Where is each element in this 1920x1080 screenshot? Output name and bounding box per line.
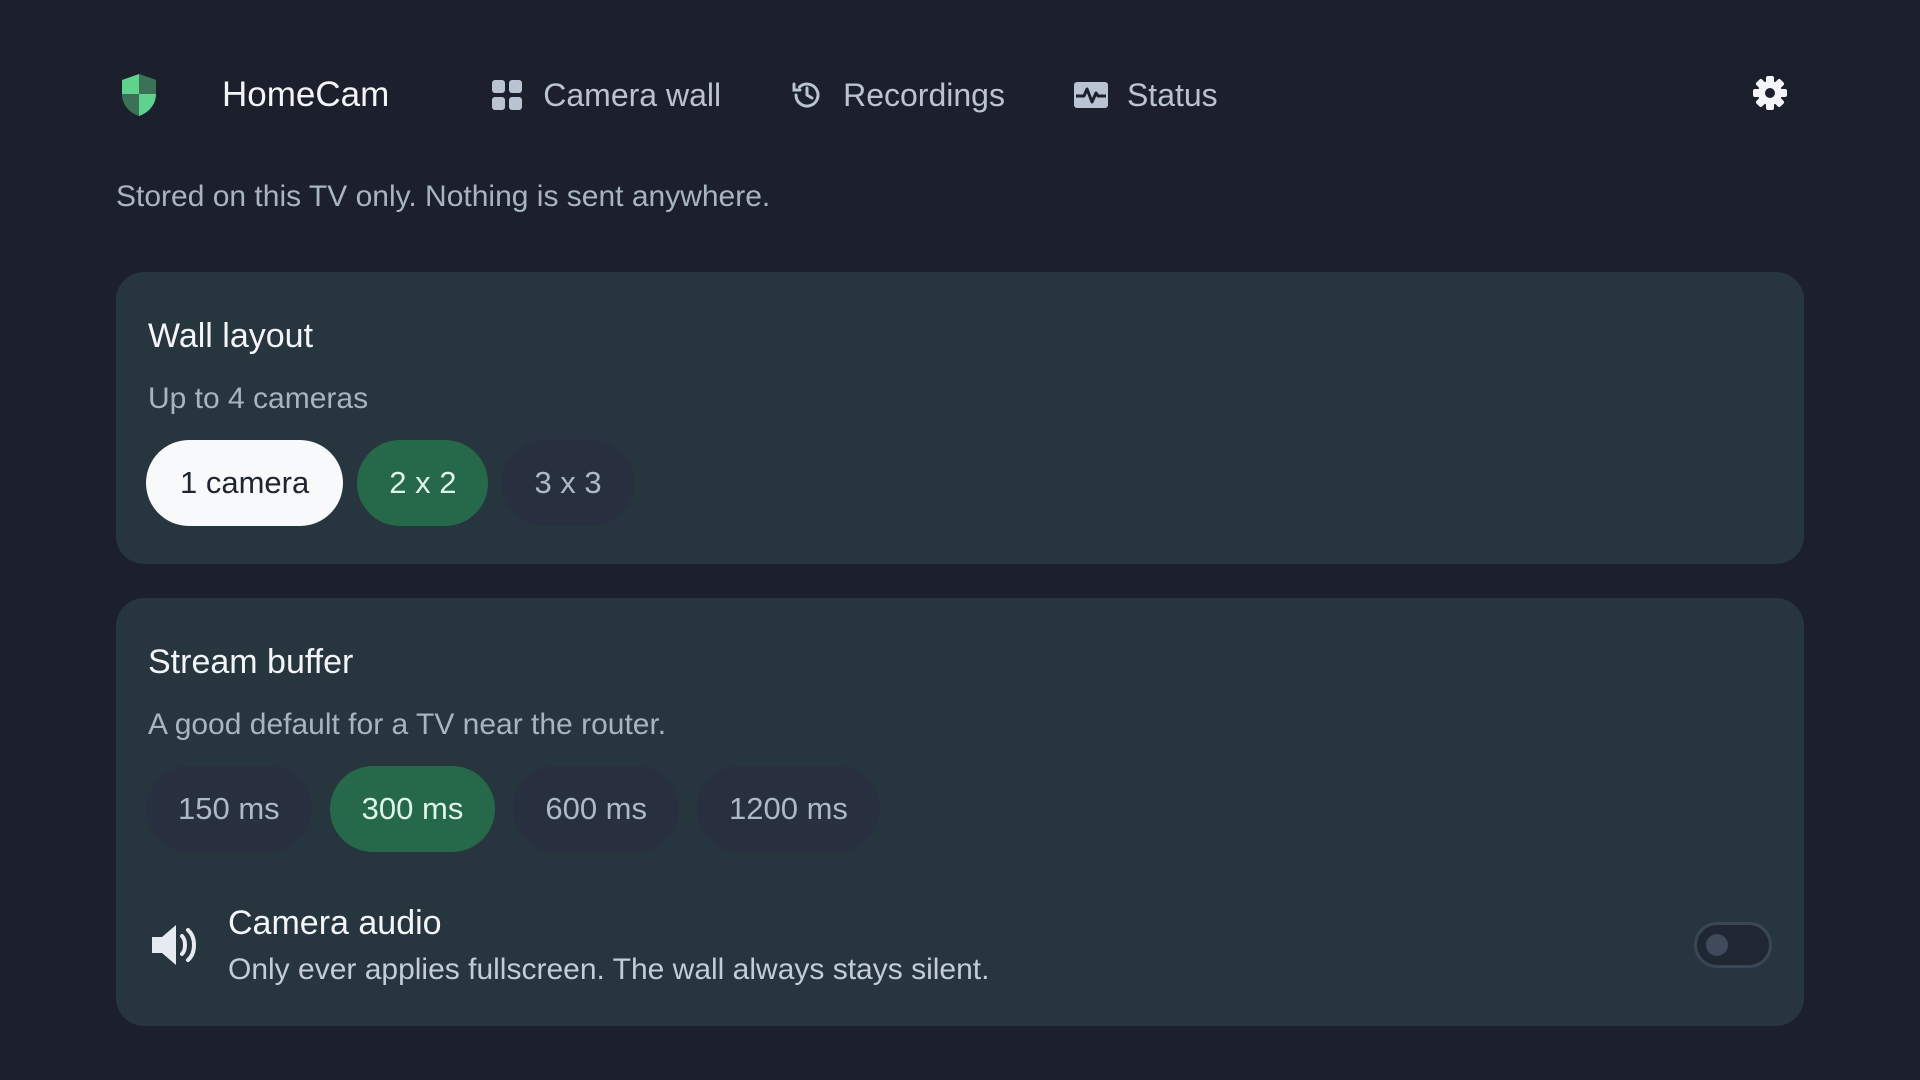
toggle-knob bbox=[1706, 934, 1728, 956]
app-name: HomeCam bbox=[222, 75, 390, 114]
history-icon bbox=[789, 77, 825, 113]
nav-camera-wall[interactable]: Camera wall bbox=[489, 77, 721, 114]
speaker-icon bbox=[148, 917, 204, 973]
grid-icon bbox=[489, 77, 525, 113]
nav-label: Status bbox=[1126, 76, 1218, 113]
wall-layout-subtitle: Up to 4 cameras bbox=[148, 382, 369, 415]
nav-label: Recordings bbox=[843, 76, 1005, 113]
camera-audio-text: Camera audio Only ever applies fullscree… bbox=[228, 904, 989, 987]
layout-option-3x3[interactable]: 3 x 3 bbox=[502, 440, 634, 526]
pulse-icon bbox=[1073, 77, 1109, 113]
buffer-option-600ms[interactable]: 600 ms bbox=[513, 766, 680, 852]
stream-buffer-card: Stream buffer A good default for a TV ne… bbox=[116, 598, 1804, 1026]
camera-audio-title: Camera audio bbox=[228, 903, 442, 942]
wall-layout-card: Wall layout Up to 4 cameras 1 camera 2 x… bbox=[116, 272, 1804, 564]
brand: HomeCam bbox=[116, 72, 389, 118]
stream-buffer-title: Stream buffer bbox=[148, 643, 354, 681]
camera-audio-description: Only ever applies fullscreen. The wall a… bbox=[228, 952, 990, 986]
buffer-option-300ms[interactable]: 300 ms bbox=[329, 766, 496, 852]
nav-recordings[interactable]: Recordings bbox=[789, 77, 1005, 114]
shield-logo-icon bbox=[116, 72, 162, 118]
top-bar: HomeCam Camera wall Recordings Status bbox=[116, 60, 1804, 130]
layout-option-1-camera[interactable]: 1 camera bbox=[146, 440, 344, 526]
nav-label: Camera wall bbox=[543, 76, 722, 113]
stream-buffer-options: 150 ms 300 ms 600 ms 1200 ms bbox=[146, 766, 880, 852]
camera-audio-row[interactable]: Camera audio Only ever applies fullscree… bbox=[148, 898, 1772, 992]
settings-page: HomeCam Camera wall Recordings Status St… bbox=[0, 0, 1920, 1080]
privacy-notice: Stored on this TV only. Nothing is sent … bbox=[116, 180, 771, 213]
stream-buffer-subtitle: A good default for a TV near the router. bbox=[148, 708, 667, 741]
wall-layout-options: 1 camera 2 x 2 3 x 3 bbox=[146, 440, 634, 526]
buffer-option-150ms[interactable]: 150 ms bbox=[146, 766, 312, 852]
settings-button[interactable] bbox=[1744, 69, 1796, 121]
camera-audio-toggle[interactable] bbox=[1694, 922, 1772, 968]
main-nav: Camera wall Recordings Status bbox=[489, 77, 1218, 114]
layout-option-2x2[interactable]: 2 x 2 bbox=[357, 440, 489, 526]
wall-layout-title: Wall layout bbox=[148, 317, 314, 355]
gear-icon bbox=[1752, 75, 1788, 116]
nav-status[interactable]: Status bbox=[1073, 77, 1218, 114]
buffer-option-1200ms[interactable]: 1200 ms bbox=[697, 766, 880, 852]
